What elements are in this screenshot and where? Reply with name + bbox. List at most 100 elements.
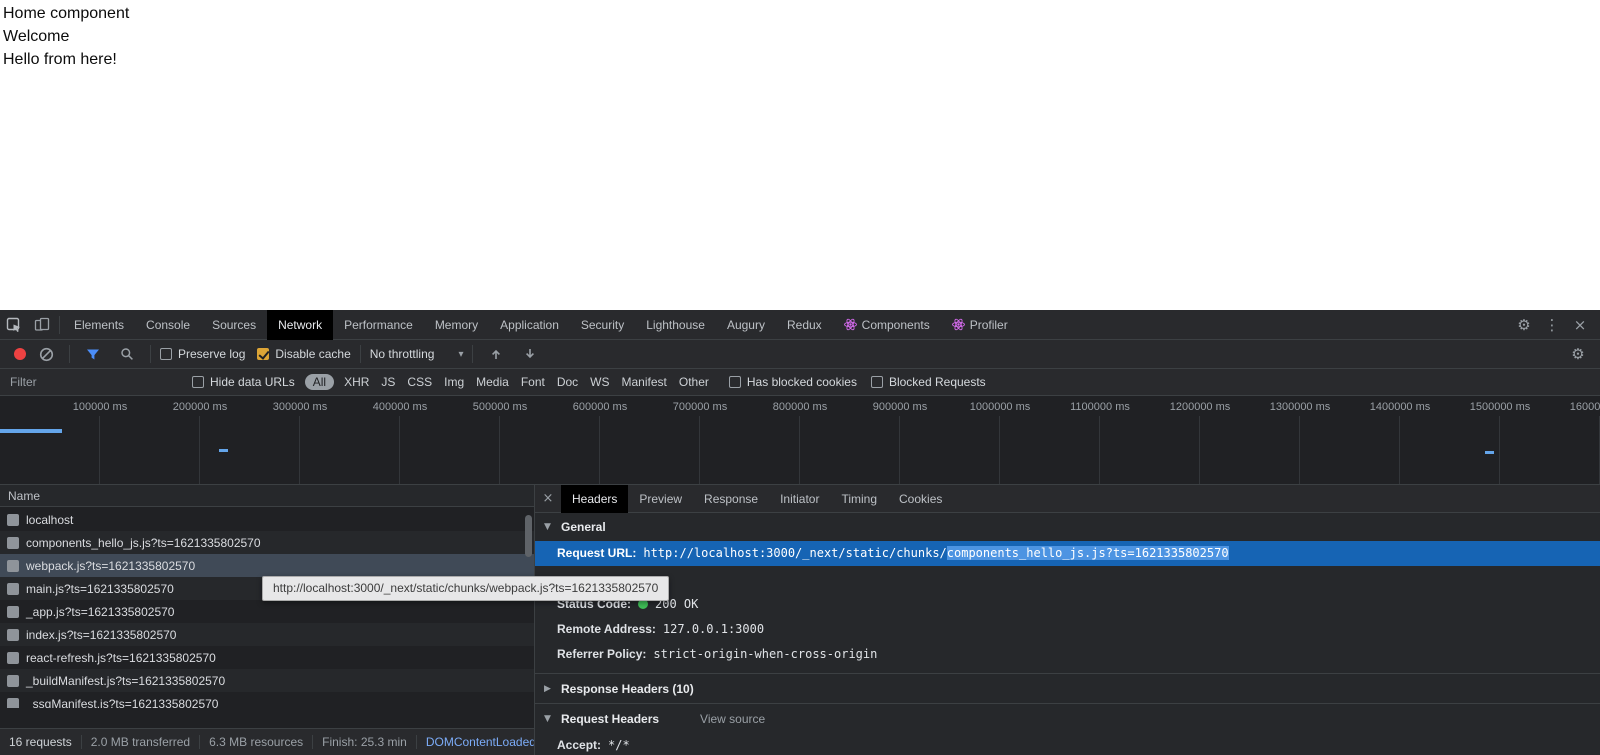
tab-memory[interactable]: Memory [424,310,489,340]
general-section-header[interactable]: ▼ General [535,513,1600,541]
search-icon[interactable] [113,347,141,361]
timeline-tick-label: 1600000 ms [1569,401,1600,413]
filter-input[interactable] [8,374,186,390]
details-tab-response[interactable]: Response [693,485,769,513]
network-overview-timeline[interactable]: 100000 ms 200000 ms 300000 ms 400000 ms … [0,396,1600,485]
clear-network-log-icon[interactable] [32,347,60,362]
tab-sources[interactable]: Sources [201,310,267,340]
disable-cache-checkbox[interactable] [257,348,270,360]
tab-elements[interactable]: Elements [63,310,135,340]
request-url-selected-text: components_hello_js.js?ts=1621335802570 [946,546,1229,560]
hide-data-urls-label[interactable]: Hide data URLs [210,375,295,389]
tab-performance[interactable]: Performance [333,310,424,340]
divider [472,345,474,363]
hide-data-urls-checkbox[interactable] [192,376,204,388]
has-blocked-cookies-label[interactable]: Has blocked cookies [747,375,857,389]
timeline-column: 1000000 ms [900,396,1030,484]
throttling-dropdown[interactable]: No throttling ▾ [370,347,464,361]
more-options-icon[interactable]: ⋮ [1538,316,1566,334]
filter-type-img[interactable]: Img [438,375,470,389]
network-filter-bar: Hide data URLs All XHR JS CSS Img Media … [0,369,1600,396]
timeline-column: 100000 ms [0,396,127,484]
requests-count: 16 requests [9,735,72,749]
file-icon [7,697,19,708]
devtools-tabbar: Elements Console Sources Network Perform… [0,309,1600,340]
filter-type-xhr[interactable]: XHR [338,375,375,389]
disable-cache-label[interactable]: Disable cache [275,347,350,361]
details-tab-preview[interactable]: Preview [628,485,693,513]
filter-type-font[interactable]: Font [515,375,551,389]
request-details-pane: × Headers Preview Response Initiator Tim… [535,485,1600,755]
tab-lighthouse[interactable]: Lighthouse [635,310,716,340]
timeline-column: 700000 ms [600,396,727,484]
device-toolbar-icon[interactable] [28,310,56,339]
hidden-row-under-tooltip [535,566,1600,592]
filter-type-media[interactable]: Media [470,375,515,389]
file-icon [7,536,19,549]
name-column-header[interactable]: Name [0,485,534,507]
tab-augury[interactable]: Augury [716,310,776,340]
tab-profiler[interactable]: Profiler [941,310,1019,340]
filter-type-other[interactable]: Other [673,375,715,389]
close-details-icon[interactable]: × [535,485,561,512]
request-row-selected[interactable]: webpack.js?ts=1621335802570 [0,554,534,577]
network-settings-gear-icon[interactable]: ⚙ [1564,340,1592,368]
response-headers-section-header[interactable]: ▶ Response Headers (10) [535,673,1600,703]
request-url-label: Request URL: [557,546,637,560]
preserve-log-checkbox[interactable] [160,348,172,360]
blocked-requests-label[interactable]: Blocked Requests [889,375,986,389]
accept-header-row: Accept: */* [535,733,1600,755]
filter-funnel-icon[interactable] [79,348,107,361]
request-list-pane: Name localhost components_hello_js.js?ts… [0,485,535,755]
divider [359,345,361,363]
details-tab-headers[interactable]: Headers [561,485,629,513]
referrer-policy-value: strict-origin-when-cross-origin [653,647,878,661]
request-row[interactable]: index.js?ts=1621335802570 [0,623,534,646]
has-blocked-cookies-checkbox[interactable] [728,376,741,388]
tab-security[interactable]: Security [570,310,635,340]
inspect-element-icon[interactable] [0,310,28,339]
request-headers-section-header[interactable]: ▼ Request Headers View source [535,703,1600,733]
import-har-icon[interactable] [482,347,510,361]
details-tab-initiator[interactable]: Initiator [769,485,830,513]
tab-application[interactable]: Application [489,310,570,340]
details-tab-timing[interactable]: Timing [830,485,888,513]
request-row[interactable]: components_hello_js.js?ts=1621335802570 [0,531,534,554]
tab-network[interactable]: Network [267,309,334,340]
blocked-requests-checkbox[interactable] [870,376,883,388]
request-row[interactable]: react-refresh.js?ts=1621335802570 [0,646,534,669]
request-row[interactable]: _buildManifest.js?ts=1621335802570 [0,669,534,692]
devtools-panel: Elements Console Sources Network Perform… [0,309,1600,755]
view-source-link[interactable]: View source [700,712,765,726]
filter-type-ws[interactable]: WS [584,375,615,389]
dom-content-loaded[interactable]: DOMContentLoaded [417,735,534,749]
request-name: webpack.js?ts=1621335802570 [26,558,196,573]
tab-components[interactable]: Components [833,310,941,340]
filter-type-css[interactable]: CSS [401,375,438,389]
tab-redux[interactable]: Redux [776,310,833,340]
page-line-welcome: Welcome [3,28,70,45]
record-network-log-icon[interactable] [14,348,26,360]
tab-console[interactable]: Console [135,310,201,340]
file-icon [7,674,19,687]
filter-type-all[interactable]: All [304,374,335,390]
divider [59,315,60,334]
request-row[interactable]: localhost [0,508,534,531]
details-tab-cookies[interactable]: Cookies [888,485,953,513]
close-devtools-icon[interactable]: × [1566,316,1594,334]
export-har-icon[interactable] [516,347,544,361]
timeline-column: 1500000 ms [1400,396,1530,484]
request-url-row[interactable]: Request URL: http://localhost:3000/_next… [535,541,1600,566]
scrollbar-thumb[interactable] [525,515,532,557]
request-row[interactable]: _app.js?ts=1621335802570 [0,600,534,623]
request-name: index.js?ts=1621335802570 [26,627,177,642]
filter-type-manifest[interactable]: Manifest [616,375,673,389]
remote-address-value: 127.0.0.1:3000 [662,622,765,636]
react-atom-icon [843,318,857,331]
filter-type-doc[interactable]: Doc [551,375,584,389]
preserve-log-label[interactable]: Preserve log [178,347,245,361]
timeline-column: 1400000 ms [1300,396,1430,484]
request-row[interactable]: _ssgManifest.js?ts=1621335802570 [0,692,534,708]
filter-type-js[interactable]: JS [375,375,401,389]
settings-gear-icon[interactable]: ⚙ [1510,316,1538,334]
